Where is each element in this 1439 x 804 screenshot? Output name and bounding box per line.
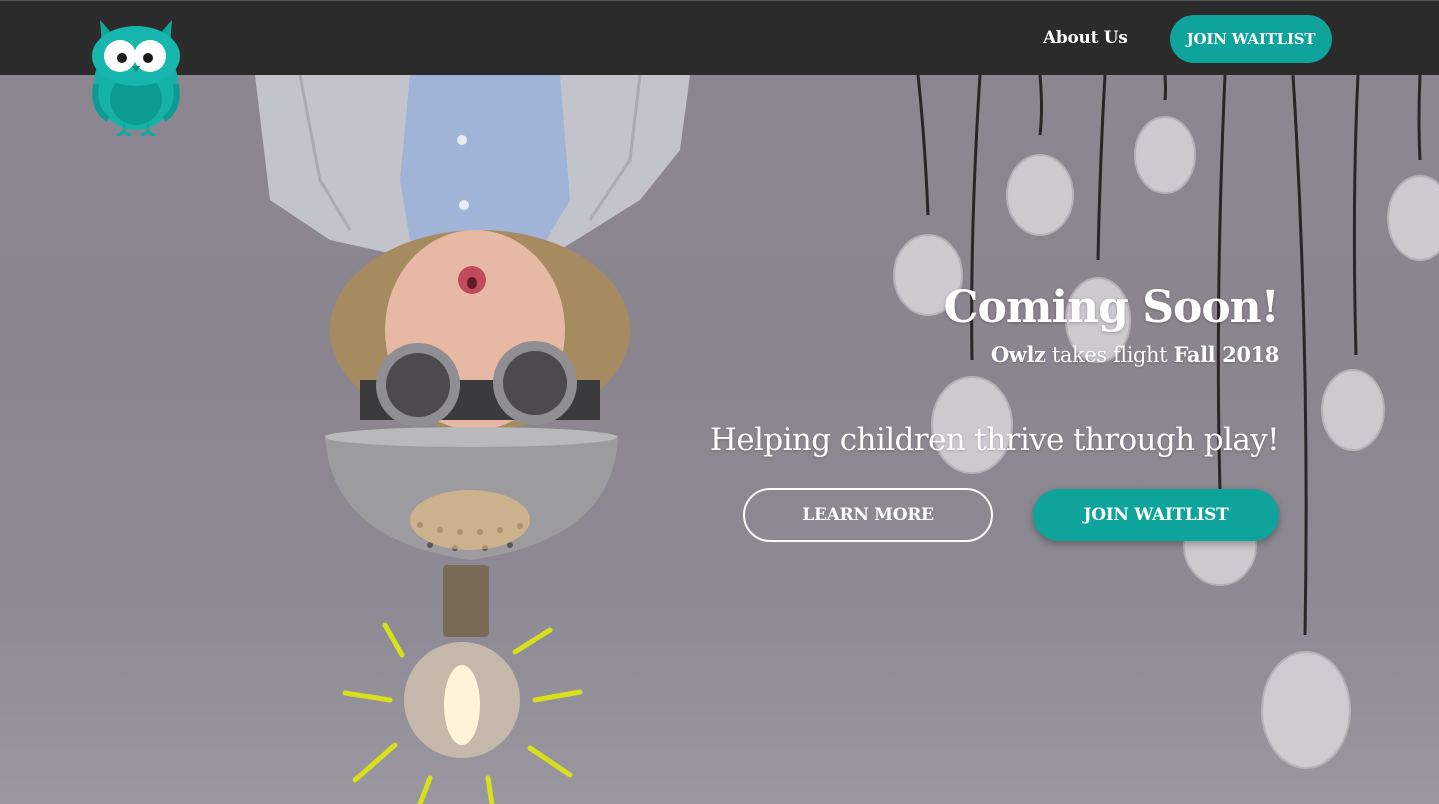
owl-logo-icon[interactable] <box>88 14 184 137</box>
brand-name: Owlz <box>990 342 1046 367</box>
hero-title: Coming Soon! <box>943 282 1280 333</box>
nav-join-waitlist-button[interactable]: JOIN WAITLIST <box>1170 15 1332 63</box>
subtitle-middle: takes flight <box>1051 343 1168 367</box>
hero-tagline: Helping children thrive through play! <box>709 422 1280 458</box>
hero-join-waitlist-button[interactable]: JOIN WAITLIST <box>1033 489 1279 541</box>
nav-about-link[interactable]: About Us <box>1043 28 1128 48</box>
launch-date: Fall 2018 <box>1173 342 1280 367</box>
learn-more-button[interactable]: LEARN MORE <box>743 488 993 542</box>
top-navbar: About Us JOIN WAITLIST <box>0 0 1439 75</box>
hero-section <box>0 0 1439 804</box>
hero-background-image <box>255 74 1439 804</box>
hero-subtitle: Owlz takes flight Fall 2018 <box>990 342 1280 367</box>
